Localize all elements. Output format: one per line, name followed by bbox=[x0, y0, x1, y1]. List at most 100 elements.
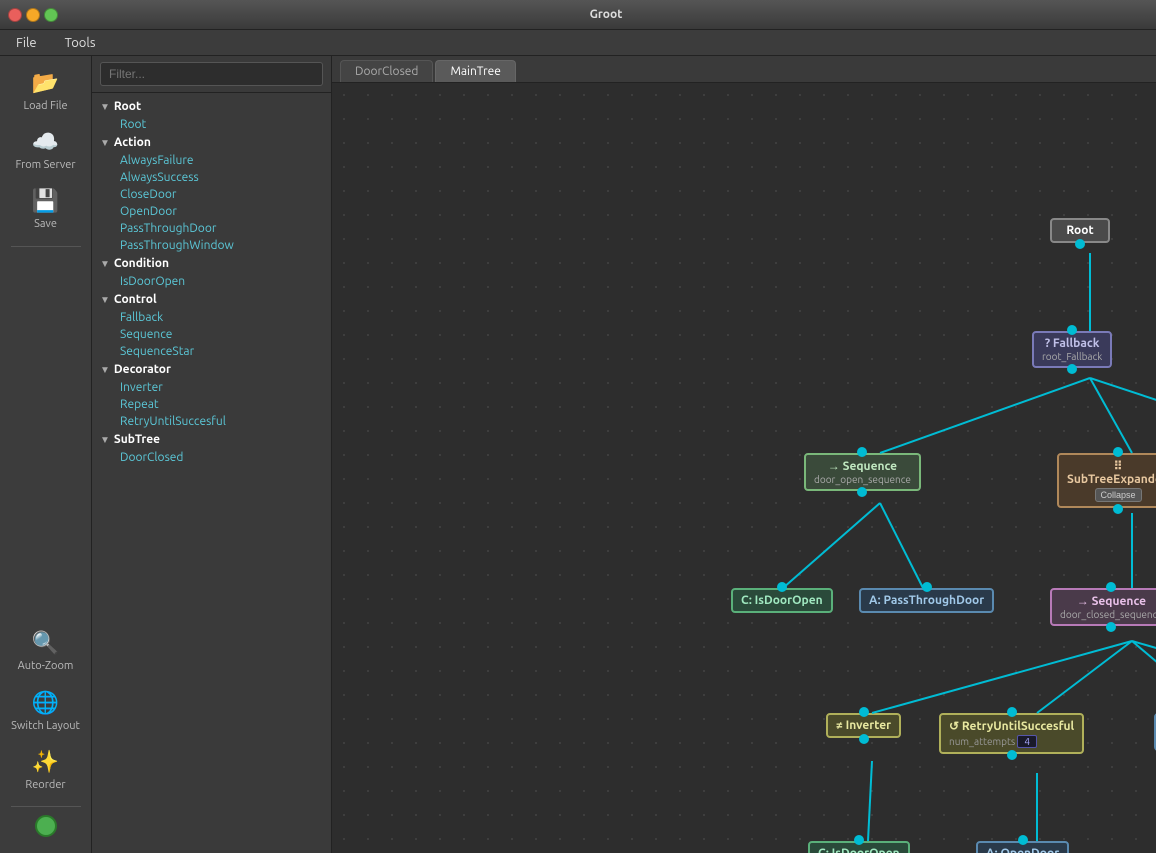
category-subtree[interactable]: ▼ SubTree bbox=[92, 430, 331, 449]
category-condition-label: Condition bbox=[114, 257, 169, 270]
node-fallback-title: ? Fallback bbox=[1042, 337, 1102, 350]
node-retry-param-label: num_attempts bbox=[949, 736, 1015, 747]
menu-tools[interactable]: Tools bbox=[57, 34, 104, 52]
tree-item-sequencestar[interactable]: SequenceStar bbox=[92, 343, 331, 360]
tree-item-sequence[interactable]: Sequence bbox=[92, 326, 331, 343]
node-opendoor[interactable]: A: OpenDoor bbox=[976, 841, 1069, 853]
node-fallback[interactable]: ? Fallback root_Fallback bbox=[1032, 331, 1112, 368]
tree-item-retryuntilsuccesful[interactable]: RetryUntilSuccesful bbox=[92, 413, 331, 430]
close-button[interactable] bbox=[8, 8, 22, 22]
tree-item-root[interactable]: Root bbox=[92, 116, 331, 133]
node-seq2-subtitle: door_closed_sequence bbox=[1060, 609, 1156, 620]
switch-layout-icon: 🌐 bbox=[32, 690, 59, 716]
titlebar: Groot bbox=[0, 0, 1156, 30]
node-ido1-in bbox=[777, 582, 787, 592]
switch-layout-label: Switch Layout bbox=[11, 720, 80, 733]
tree-item-isdooropen[interactable]: IsDoorOpen bbox=[92, 273, 331, 290]
collapse-button[interactable]: Collapse bbox=[1095, 488, 1142, 502]
sidebar-tree: ▼ Root Root ▼ Action AlwaysFailure Alway… bbox=[92, 93, 331, 853]
auto-zoom-button[interactable]: 🔍 Auto-Zoom bbox=[6, 624, 86, 679]
category-control[interactable]: ▼ Control bbox=[92, 290, 331, 309]
node-seq1-subtitle: door_open_sequence bbox=[814, 474, 911, 485]
node-seq2-out bbox=[1106, 622, 1116, 632]
node-fallback-out bbox=[1067, 364, 1077, 374]
node-root[interactable]: Root bbox=[1050, 218, 1110, 243]
node-inverter[interactable]: ≠ Inverter bbox=[826, 713, 901, 738]
canvas-viewport[interactable]: Root ? Fallback root_Fallback → Sequence… bbox=[332, 83, 1156, 853]
tab-maintree[interactable]: MainTree bbox=[435, 60, 515, 82]
filter-input[interactable] bbox=[100, 62, 323, 86]
auto-zoom-label: Auto-Zoom bbox=[18, 660, 74, 673]
node-subtree-expanded[interactable]: ⠿ SubTreeExpanded Collapse bbox=[1057, 453, 1156, 508]
node-subtree-title: ⠿ SubTreeExpanded bbox=[1067, 459, 1156, 486]
node-isdooropen-1[interactable]: C: IsDoorOpen bbox=[731, 588, 833, 613]
category-root-label: Root bbox=[114, 100, 141, 113]
tab-doorclosed[interactable]: DoorClosed bbox=[340, 60, 433, 82]
node-fallback-in bbox=[1067, 325, 1077, 335]
reorder-label: Reorder bbox=[25, 779, 65, 792]
tree-item-opendoor[interactable]: OpenDoor bbox=[92, 203, 331, 220]
category-decorator-label: Decorator bbox=[114, 363, 171, 376]
tree-item-inverter[interactable]: Inverter bbox=[92, 379, 331, 396]
node-inv-out bbox=[859, 734, 869, 744]
maximize-button[interactable] bbox=[44, 8, 58, 22]
node-seq1-in bbox=[857, 447, 867, 457]
tree-item-passthroughwindow[interactable]: PassThroughWindow bbox=[92, 237, 331, 254]
from-server-icon: ☁️ bbox=[32, 129, 59, 155]
toolbar-separator-2 bbox=[11, 806, 81, 807]
toolbar-separator-1 bbox=[11, 246, 81, 247]
from-server-label: From Server bbox=[15, 159, 75, 172]
category-action-label: Action bbox=[114, 136, 151, 149]
reorder-icon: ✨ bbox=[32, 749, 59, 775]
node-retry-param: num_attempts 4 bbox=[949, 735, 1074, 748]
save-button[interactable]: 💾 Save bbox=[6, 182, 86, 237]
window-controls[interactable] bbox=[8, 8, 58, 22]
node-seq1-title: → Sequence bbox=[814, 459, 911, 473]
tree-item-alwayssuccess[interactable]: AlwaysSuccess bbox=[92, 169, 331, 186]
canvas-tabs: DoorClosed MainTree bbox=[332, 56, 1156, 83]
category-control-label: Control bbox=[114, 293, 157, 306]
minimize-button[interactable] bbox=[26, 8, 40, 22]
menu-file[interactable]: File bbox=[8, 34, 45, 52]
load-file-button[interactable]: 📂 Load File bbox=[6, 64, 86, 119]
category-decorator[interactable]: ▼ Decorator bbox=[92, 360, 331, 379]
node-sequence-dooropen[interactable]: → Sequence door_open_sequence bbox=[804, 453, 921, 491]
reorder-button[interactable]: ✨ Reorder bbox=[6, 743, 86, 798]
node-seq1-out bbox=[857, 487, 867, 497]
category-root[interactable]: ▼ Root bbox=[92, 97, 331, 116]
load-file-icon: 📂 bbox=[32, 70, 59, 96]
tree-item-alwaysfailure[interactable]: AlwaysFailure bbox=[92, 152, 331, 169]
node-ido2-title: C: IsDoorOpen bbox=[818, 847, 900, 853]
category-root-arrow: ▼ bbox=[100, 101, 110, 113]
category-condition[interactable]: ▼ Condition bbox=[92, 254, 331, 273]
main-layout: 📂 Load File ☁️ From Server 💾 Save 🔍 Auto… bbox=[0, 56, 1156, 853]
node-seq2-title: → Sequence bbox=[1060, 594, 1156, 608]
sidebar-filter bbox=[92, 56, 331, 93]
node-od-title: A: OpenDoor bbox=[986, 847, 1059, 853]
menubar: File Tools bbox=[0, 30, 1156, 56]
tree-item-repeat[interactable]: Repeat bbox=[92, 396, 331, 413]
node-retry-param-value: 4 bbox=[1017, 735, 1037, 748]
node-fallback-subtitle: root_Fallback bbox=[1042, 351, 1102, 362]
node-sequence-doorclosed[interactable]: → Sequence door_closed_sequence bbox=[1050, 588, 1156, 626]
node-retry-out bbox=[1007, 750, 1017, 760]
tree-item-doorclosed[interactable]: DoorClosed bbox=[92, 449, 331, 466]
category-control-arrow: ▼ bbox=[100, 294, 110, 306]
node-passthroughdoor-1[interactable]: A: PassThroughDoor bbox=[859, 588, 994, 613]
category-subtree-label: SubTree bbox=[114, 433, 160, 446]
switch-layout-button[interactable]: 🌐 Switch Layout bbox=[6, 684, 86, 739]
tree-item-closedoor[interactable]: CloseDoor bbox=[92, 186, 331, 203]
save-icon: 💾 bbox=[32, 188, 59, 214]
node-root-title: Root bbox=[1060, 224, 1100, 237]
from-server-button[interactable]: ☁️ From Server bbox=[6, 123, 86, 178]
tree-item-passthroughdoor[interactable]: PassThroughDoor bbox=[92, 220, 331, 237]
node-ido2-in bbox=[854, 835, 864, 845]
node-retry-in bbox=[1007, 707, 1017, 717]
category-action[interactable]: ▼ Action bbox=[92, 133, 331, 152]
tree-item-fallback[interactable]: Fallback bbox=[92, 309, 331, 326]
node-ptd1-in bbox=[922, 582, 932, 592]
node-retry[interactable]: ↺ RetryUntilSuccesful num_attempts 4 bbox=[939, 713, 1084, 754]
category-action-arrow: ▼ bbox=[100, 137, 110, 149]
node-isdooropen-2[interactable]: C: IsDoorOpen bbox=[808, 841, 910, 853]
node-ptd1-title: A: PassThroughDoor bbox=[869, 594, 984, 607]
